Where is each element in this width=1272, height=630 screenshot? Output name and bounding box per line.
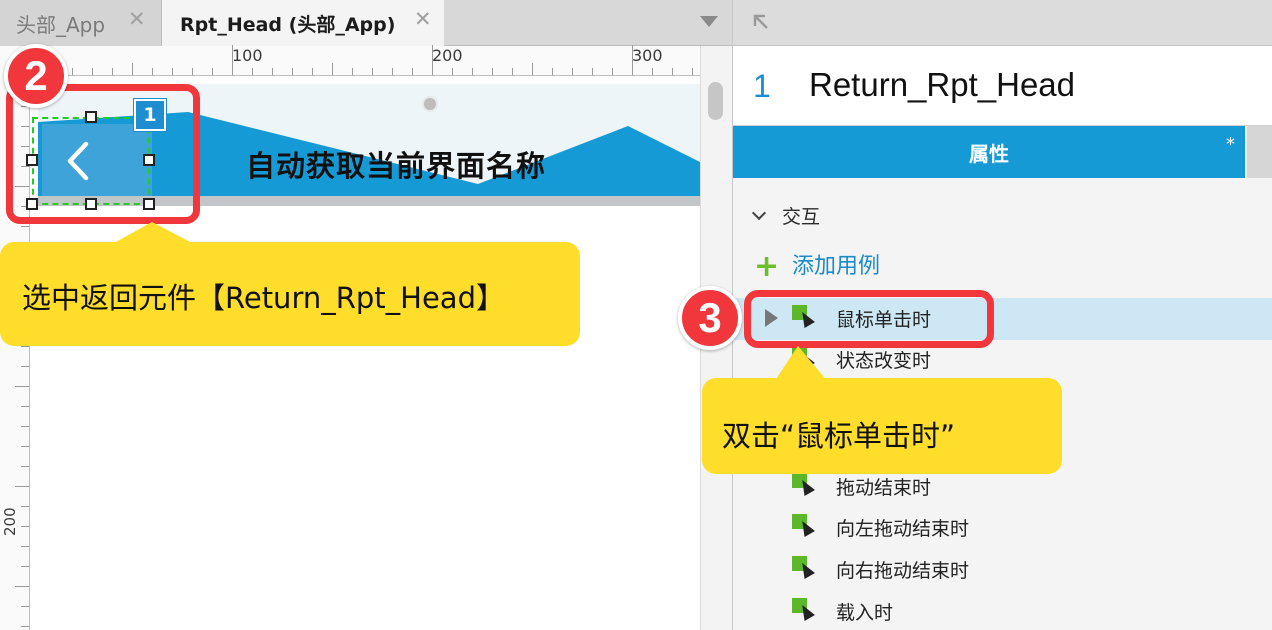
ruler-tick bbox=[192, 68, 193, 75]
tab-label: Rpt_Head (头部_App) bbox=[180, 14, 396, 36]
add-case-link[interactable]: 添加用例 bbox=[792, 248, 880, 280]
ruler-tick bbox=[21, 366, 29, 367]
ruler-tick bbox=[21, 606, 29, 607]
ruler-tick bbox=[552, 68, 553, 75]
ruler-tick bbox=[292, 68, 293, 75]
tab-properties[interactable]: 属性 * bbox=[733, 126, 1245, 178]
ruler-tick bbox=[92, 68, 93, 75]
document-tab-bar: 头部_App ✕ Rpt_Head (头部_App) ✕ bbox=[0, 0, 732, 47]
panel-topbar bbox=[733, 0, 1272, 46]
ruler-tick bbox=[432, 45, 433, 75]
ruler-tick bbox=[392, 68, 393, 75]
event-label: 向左拖动结束时 bbox=[836, 517, 970, 540]
ruler-label: 200 bbox=[432, 46, 463, 65]
event-item-onload[interactable]: 载入时 bbox=[792, 596, 893, 626]
ruler-tick bbox=[21, 566, 29, 567]
tab-dropdown-icon[interactable] bbox=[700, 16, 718, 27]
ruler-tick bbox=[15, 586, 29, 587]
ruler-tick bbox=[492, 68, 493, 75]
ruler-tick bbox=[15, 386, 29, 387]
event-icon bbox=[792, 556, 818, 582]
callout-text: 选中返回元件【Return_Rpt_Head】 bbox=[22, 281, 505, 315]
ruler-tick bbox=[21, 466, 29, 467]
ruler-tick bbox=[272, 68, 273, 75]
ruler-label: 100 bbox=[232, 46, 263, 65]
event-label: 向右拖动结束时 bbox=[836, 559, 970, 582]
tab-head-app[interactable]: 头部_App ✕ bbox=[0, 0, 162, 46]
widget-name[interactable]: Return_Rpt_Head bbox=[809, 66, 1075, 104]
close-icon[interactable]: ✕ bbox=[414, 7, 432, 31]
tab-label: 属性 bbox=[969, 141, 1009, 166]
ruler-tick bbox=[21, 426, 29, 427]
event-item-onswiperight[interactable]: 向右拖动结束时 bbox=[792, 554, 969, 584]
header-title: 自动获取当前界面名称 bbox=[246, 149, 547, 183]
ruler-label: 200 bbox=[1, 507, 19, 536]
step-badge: 2 bbox=[4, 44, 68, 108]
widget-number: 1 bbox=[753, 68, 771, 104]
ruler-tick bbox=[252, 68, 253, 75]
ruler-tick bbox=[112, 68, 113, 75]
plus-icon[interactable]: + bbox=[754, 252, 779, 282]
tab-style[interactable] bbox=[1247, 126, 1272, 178]
tab-label: 头部_App bbox=[16, 12, 106, 37]
ruler-tick bbox=[172, 68, 173, 75]
event-label: 拖动结束时 bbox=[836, 476, 932, 499]
ruler-tick bbox=[72, 68, 73, 75]
ruler-tick bbox=[21, 626, 29, 627]
event-icon bbox=[792, 514, 818, 540]
tab-rpt-head[interactable]: Rpt_Head (头部_App) ✕ bbox=[162, 0, 444, 47]
ruler-tick bbox=[312, 68, 313, 75]
ruler-tick bbox=[21, 526, 29, 527]
ruler-tick bbox=[152, 68, 153, 75]
ruler-tick bbox=[512, 68, 513, 75]
ruler-tick bbox=[572, 68, 573, 75]
ruler-tick bbox=[21, 406, 29, 407]
ruler-tick bbox=[21, 506, 29, 507]
callout-bubble-step-3 bbox=[702, 346, 1062, 474]
event-icon bbox=[792, 598, 818, 624]
repeater-handle-icon[interactable] bbox=[422, 96, 438, 112]
ruler-tick bbox=[692, 68, 693, 75]
ruler-tick bbox=[412, 68, 413, 75]
ruler-tick bbox=[332, 63, 333, 75]
ruler-tick bbox=[472, 68, 473, 75]
event-item-onswipeleft[interactable]: 向左拖动结束时 bbox=[792, 512, 969, 542]
ruler-tick bbox=[21, 546, 29, 547]
callout-text: 双击“鼠标单击时” bbox=[722, 419, 956, 453]
ruler-label: 300 bbox=[632, 46, 663, 65]
ruler-tick bbox=[352, 68, 353, 75]
section-label-interaction[interactable]: 交互 bbox=[782, 202, 820, 229]
ruler-tick bbox=[372, 68, 373, 75]
collapse-arrow-icon[interactable] bbox=[751, 12, 771, 32]
ruler-tick bbox=[532, 63, 533, 75]
modified-star: * bbox=[1226, 134, 1235, 155]
close-icon[interactable]: ✕ bbox=[128, 7, 146, 31]
horizontal-ruler: 100 200 300 bbox=[30, 45, 700, 76]
ruler-tick bbox=[232, 45, 233, 75]
ruler-tick bbox=[212, 68, 213, 75]
ruler-tick bbox=[21, 446, 29, 447]
ruler-tick bbox=[132, 63, 133, 75]
ruler-tick bbox=[15, 486, 29, 487]
event-icon bbox=[792, 473, 818, 499]
ruler-tick bbox=[652, 68, 653, 75]
ruler-tick bbox=[632, 45, 633, 75]
ruler-tick bbox=[452, 68, 453, 75]
ruler-tick bbox=[672, 68, 673, 75]
ruler-tick bbox=[612, 68, 613, 75]
event-label: 载入时 bbox=[836, 601, 894, 624]
widget-header: 1 Return_Rpt_Head bbox=[733, 46, 1272, 126]
scrollbar-thumb[interactable] bbox=[708, 82, 723, 120]
ruler-tick bbox=[592, 68, 593, 75]
